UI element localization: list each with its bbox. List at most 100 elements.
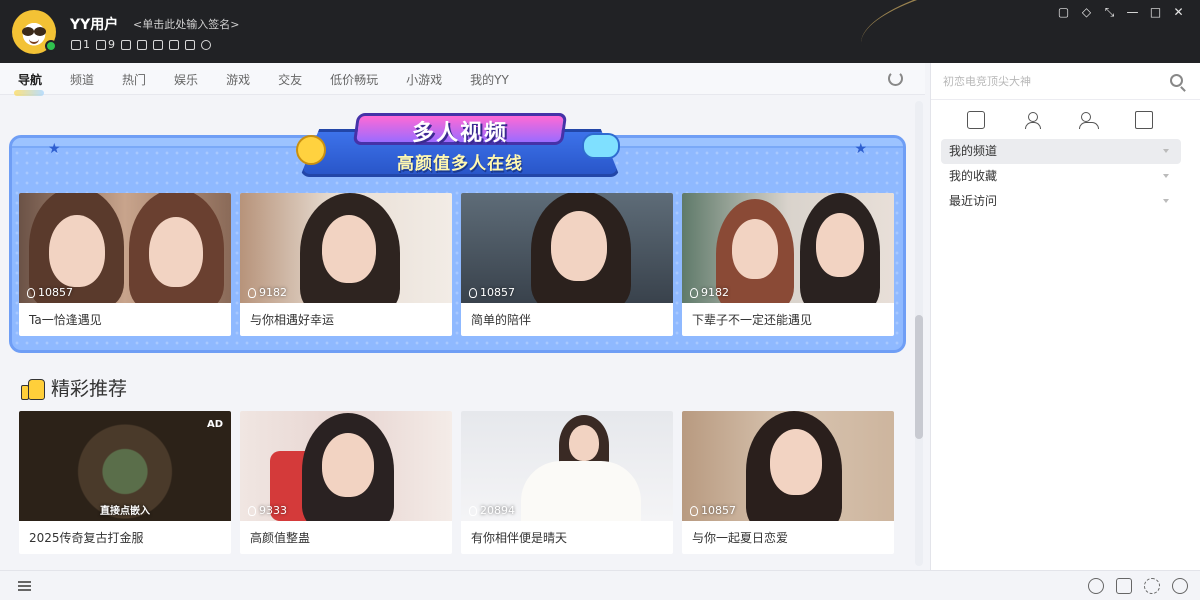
nav-tabs: 导航 频道 热门 娱乐 游戏 交友 低价畅玩 小游戏 我的YY — [13, 63, 537, 96]
sidebar-item-my-channels[interactable]: 我的频道 — [941, 139, 1181, 164]
live-thumbnail: 9182 — [682, 193, 894, 303]
diamond-icon[interactable] — [153, 39, 163, 50]
sidebar-item-label: 我的频道 — [949, 144, 998, 158]
search-input[interactable] — [941, 69, 1151, 93]
sidebar-tabs — [967, 111, 1153, 129]
username[interactable]: YY用户 — [70, 14, 118, 34]
live-thumbnail: 9333 — [240, 411, 452, 521]
live-card[interactable]: 20894 有你相伴便是晴天 — [461, 411, 673, 554]
ad-card[interactable]: AD 直接点嵌入 2025传奇复古打金服 — [19, 411, 231, 554]
sidebar-item-label: 最近访问 — [949, 194, 998, 208]
tab-game[interactable]: 游戏 — [226, 71, 250, 88]
live-card-title: 有你相伴便是晴天 — [471, 531, 568, 545]
live-card[interactable]: 10857 简单的陪伴 — [461, 193, 673, 336]
star-icon: ★ — [48, 141, 61, 157]
database-icon[interactable] — [185, 39, 195, 50]
maximize-icon[interactable]: □ — [1144, 3, 1167, 21]
badge-1-count: 1 — [83, 38, 90, 51]
flame-icon — [248, 505, 256, 516]
live-thumbnail: 10857 — [19, 193, 231, 303]
ad-cta[interactable]: 直接点嵌入 — [19, 502, 231, 517]
grid-icon[interactable] — [1135, 111, 1153, 129]
feedback-icon[interactable]: ▢ — [1052, 3, 1075, 21]
gift-badge-icon — [96, 39, 106, 50]
view-count: 10857 — [469, 286, 515, 299]
section-heading-recommend: 精彩推荐 — [19, 374, 127, 401]
tab-navigation[interactable]: 导航 — [13, 71, 45, 96]
refresh-icon[interactable] — [888, 71, 903, 86]
live-card-title: Ta一恰逢遇见 — [29, 313, 102, 327]
tab-social[interactable]: 交友 — [278, 71, 302, 88]
find-icon[interactable] — [1172, 578, 1188, 594]
user-badges: 1 9 — [71, 38, 211, 51]
avatar-eye — [22, 27, 34, 36]
tab-cheap-play[interactable]: 低价畅玩 — [330, 71, 378, 88]
settings-icon[interactable] — [1144, 578, 1160, 594]
tab-mini-game[interactable]: 小游戏 — [406, 71, 442, 88]
tv-icon[interactable] — [967, 111, 985, 129]
tab-channel[interactable]: 频道 — [70, 71, 94, 88]
scrollbar-thumb[interactable] — [915, 315, 923, 439]
video-badge-icon[interactable] — [137, 39, 147, 50]
tab-hot[interactable]: 热门 — [122, 71, 146, 88]
avatar-mouth — [29, 39, 39, 44]
view-count: 10857 — [690, 504, 736, 517]
tab-entertainment[interactable]: 娱乐 — [174, 71, 198, 88]
live-card[interactable]: 9333 高颜值整蛊 — [240, 411, 452, 554]
sidebar-item-recent[interactable]: 最近访问 — [941, 189, 1181, 214]
live-card-title: 高颜值整蛊 — [250, 531, 311, 545]
video-icon[interactable] — [1116, 578, 1132, 594]
divider — [931, 99, 1200, 100]
minimize-panel-icon[interactable]: ⤡ — [1098, 3, 1121, 21]
tab-my-yy[interactable]: 我的YY — [470, 71, 509, 88]
vip-icon[interactable] — [121, 39, 131, 50]
live-card[interactable]: 9182 与你相遇好幸运 — [240, 193, 452, 336]
ad-label: AD — [206, 419, 223, 430]
live-thumbnail: 10857 — [682, 411, 894, 521]
avatar-eye — [34, 27, 46, 36]
skin-icon[interactable]: ◇ — [1075, 3, 1098, 21]
live-card[interactable]: 10857 与你一起夏日恋爱 — [682, 411, 894, 554]
live-card[interactable]: 9182 下辈子不一定还能遇见 — [682, 193, 894, 336]
search-box — [941, 69, 1191, 93]
group-icon[interactable] — [1079, 111, 1099, 129]
banner-card-list: 10857 Ta一恰逢遇见 9182 与你相遇好幸运 10857 简单的陪伴 9… — [19, 193, 894, 336]
badge-1[interactable]: 1 — [71, 38, 90, 51]
thumbs-up-icon — [19, 377, 45, 400]
badge-2[interactable]: 9 — [96, 38, 115, 51]
right-sidebar: 我的频道 我的收藏 最近访问 — [930, 63, 1200, 570]
recommend-card-list: AD 直接点嵌入 2025传奇复古打金服 9333 高颜值整蛊 20894 有你… — [19, 411, 894, 554]
chevron-down-icon — [1163, 199, 1169, 203]
main-content: 导航 频道 热门 娱乐 游戏 交友 低价畅玩 小游戏 我的YY ★ ★ 多人视频… — [0, 63, 925, 570]
title-bar: YY用户 <单击此处输入签名> 1 9 ▢ ◇ ⤡ — □ ✕ — [0, 0, 1200, 63]
banner-heading[interactable]: 多人视频 高颜值多人在线 — [296, 113, 620, 179]
live-thumbnail: 10857 — [461, 193, 673, 303]
heart-badge-icon — [71, 39, 81, 50]
flame-icon — [690, 505, 698, 516]
user-icon[interactable] — [1023, 111, 1041, 129]
eye-icon[interactable] — [201, 39, 211, 50]
menu-icon[interactable] — [18, 581, 31, 591]
view-count: 10857 — [27, 286, 73, 299]
ad-card-title: 2025传奇复古打金服 — [29, 531, 144, 545]
flame-icon — [469, 505, 477, 516]
live-card[interactable]: 10857 Ta一恰逢遇见 — [19, 193, 231, 336]
flame-icon — [690, 287, 698, 298]
sidebar-item-favorites[interactable]: 我的收藏 — [941, 164, 1181, 189]
view-count: 9182 — [248, 286, 287, 299]
window-controls: ▢ ◇ ⤡ — □ ✕ — [1052, 3, 1190, 21]
search-icon[interactable] — [1170, 74, 1183, 87]
banner-subtitle: 高颜值多人在线 — [397, 154, 523, 174]
minimize-icon[interactable]: — — [1121, 3, 1144, 21]
signature-edit[interactable]: <单击此处输入签名> — [133, 16, 239, 32]
ad-thumbnail: AD 直接点嵌入 — [19, 411, 231, 521]
sync-icon[interactable] — [169, 39, 179, 50]
close-icon[interactable]: ✕ — [1167, 3, 1190, 21]
live-card-title: 下辈子不一定还能遇见 — [692, 313, 813, 327]
live-card-title: 与你相遇好幸运 — [250, 313, 335, 327]
flame-icon — [469, 287, 477, 298]
star-icon: ★ — [854, 141, 867, 157]
scrollbar[interactable] — [915, 101, 923, 566]
chevron-down-icon — [1163, 149, 1169, 153]
download-icon[interactable] — [1088, 578, 1104, 594]
